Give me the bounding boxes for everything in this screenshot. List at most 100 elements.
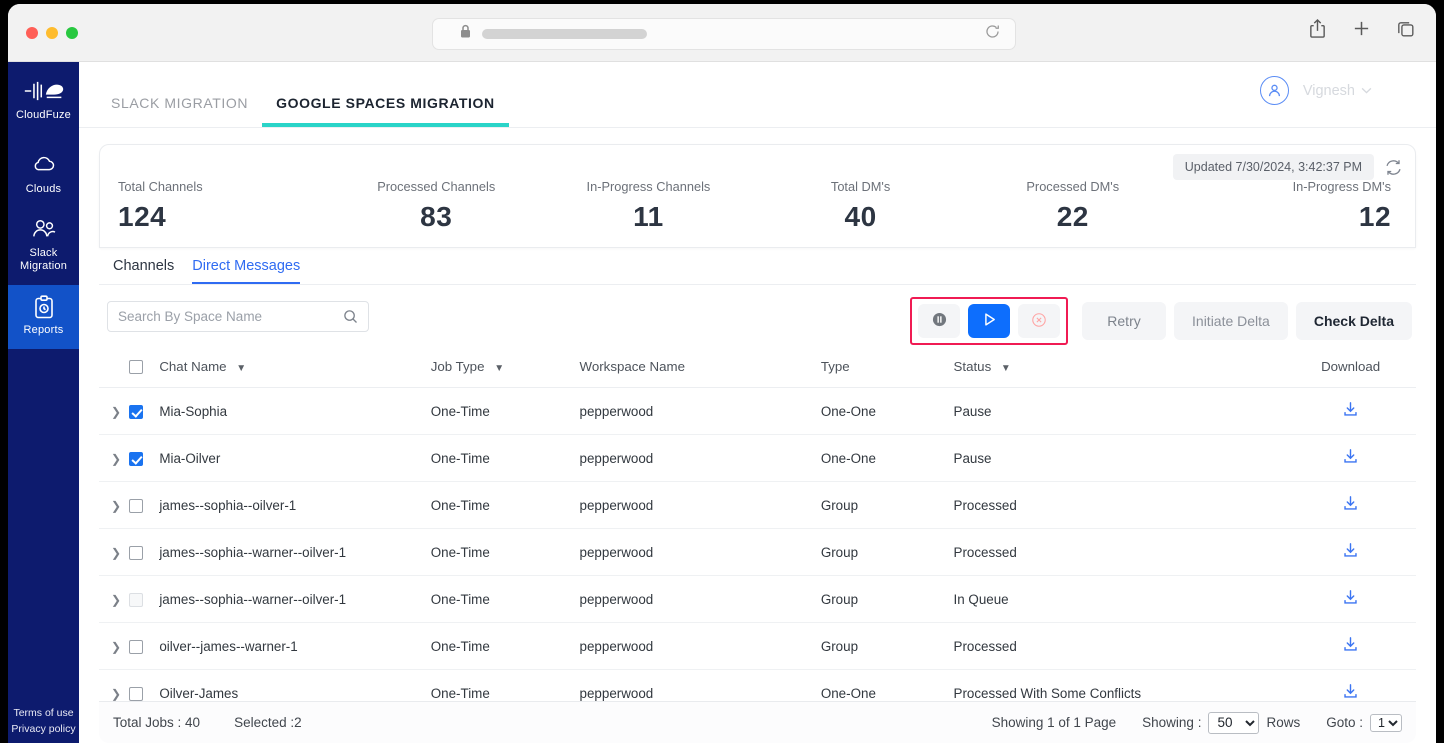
column-header-status[interactable]: Status ▼ — [954, 347, 1286, 388]
row-checkbox[interactable] — [129, 640, 143, 654]
play-button[interactable] — [968, 304, 1010, 338]
user-menu[interactable]: Vignesh — [1260, 76, 1372, 105]
sidebar-item-slack-migration[interactable]: Slack Migration — [8, 208, 79, 285]
cell-download[interactable] — [1285, 388, 1416, 435]
check-delta-button[interactable]: Check Delta — [1296, 302, 1412, 340]
filter-icon[interactable]: ▼ — [494, 363, 504, 374]
expand-row-button[interactable]: ❯ — [99, 482, 129, 529]
user-name[interactable]: Vignesh — [1303, 83, 1372, 99]
row-checkbox[interactable] — [129, 452, 143, 466]
table-row[interactable]: ❯oilver--james--warner-1One-Timepepperwo… — [99, 623, 1416, 670]
cell-download[interactable] — [1285, 576, 1416, 623]
cancel-circle-icon — [1031, 312, 1047, 331]
table-row[interactable]: ❯james--sophia--warner--oilver-1One-Time… — [99, 576, 1416, 623]
filter-icon[interactable]: ▼ — [236, 363, 246, 374]
minimize-window-button[interactable] — [46, 27, 58, 39]
cell-chat-name: james--sophia--warner--oilver-1 — [159, 529, 430, 576]
row-select-cell[interactable] — [129, 482, 159, 529]
subtab-direct-messages[interactable]: Direct Messages — [192, 258, 300, 284]
search-input[interactable] — [118, 309, 343, 324]
cell-workspace-name: pepperwood — [580, 529, 821, 576]
row-checkbox[interactable] — [129, 499, 143, 513]
filter-icon[interactable]: ▼ — [1001, 363, 1011, 374]
row-checkbox[interactable] — [129, 687, 143, 701]
download-icon[interactable] — [1342, 500, 1359, 515]
row-select-cell[interactable] — [129, 623, 159, 670]
download-icon[interactable] — [1342, 641, 1359, 656]
cancel-button[interactable] — [1018, 304, 1060, 338]
chevron-right-icon[interactable]: ❯ — [111, 593, 121, 607]
cell-download[interactable] — [1285, 435, 1416, 482]
subtab-channels[interactable]: Channels — [113, 258, 174, 284]
sidebar-item-reports[interactable]: Reports — [8, 285, 79, 349]
close-window-button[interactable] — [26, 27, 38, 39]
maximize-window-button[interactable] — [66, 27, 78, 39]
sidebar-item-clouds[interactable]: Clouds — [8, 144, 79, 208]
copy-tabs-icon[interactable] — [1396, 19, 1416, 44]
chevron-right-icon[interactable]: ❯ — [111, 452, 121, 466]
tab-slack-migration[interactable]: SLACK MIGRATION — [97, 95, 262, 127]
window-controls[interactable] — [26, 27, 78, 39]
download-icon[interactable] — [1342, 547, 1359, 562]
expand-row-button[interactable]: ❯ — [99, 435, 129, 482]
table-row[interactable]: ❯james--sophia--warner--oilver-1One-Time… — [99, 529, 1416, 576]
plus-icon[interactable] — [1352, 19, 1371, 43]
pause-button[interactable] — [918, 304, 960, 338]
row-checkbox — [129, 593, 143, 607]
chevron-right-icon[interactable]: ❯ — [111, 687, 121, 701]
expand-row-button[interactable]: ❯ — [99, 576, 129, 623]
rows-per-page-select[interactable]: 102550100 — [1208, 712, 1259, 734]
download-icon[interactable] — [1342, 406, 1359, 421]
initiate-delta-button[interactable]: Initiate Delta — [1174, 302, 1288, 340]
column-header-workspace-name: Workspace Name — [580, 347, 821, 388]
chevron-right-icon[interactable]: ❯ — [111, 546, 121, 560]
table-row[interactable]: ❯james--sophia--oilver-1One-Timepepperwo… — [99, 482, 1416, 529]
privacy-policy-link[interactable]: Privacy policy — [8, 721, 79, 737]
sidebar-item-cloudfuze[interactable]: CloudFuze — [8, 70, 79, 144]
download-icon[interactable] — [1342, 594, 1359, 609]
row-select-cell[interactable] — [129, 529, 159, 576]
column-header-type: Type — [821, 347, 954, 388]
tab-google-spaces-migration[interactable]: GOOGLE SPACES MIGRATION — [262, 95, 509, 127]
rows-per-page-group: Showing : 102550100 Rows — [1142, 712, 1300, 734]
chevron-right-icon[interactable]: ❯ — [111, 405, 121, 419]
cloudfuze-logo-icon — [23, 80, 65, 104]
terms-of-use-link[interactable]: Terms of use — [8, 705, 79, 721]
cell-workspace-name: pepperwood — [580, 388, 821, 435]
download-icon[interactable] — [1342, 453, 1359, 468]
table-row[interactable]: ❯Mia-SophiaOne-TimepepperwoodOne-OnePaus… — [99, 388, 1416, 435]
refresh-icon[interactable] — [1384, 158, 1403, 177]
column-header-chat-name[interactable]: Chat Name ▼ — [159, 347, 430, 388]
highlighted-action-group — [910, 297, 1068, 345]
cell-type: Group — [821, 529, 954, 576]
expand-column-header — [99, 347, 129, 388]
column-header-job-type[interactable]: Job Type ▼ — [431, 347, 580, 388]
chevron-right-icon[interactable]: ❯ — [111, 499, 121, 513]
cell-download[interactable] — [1285, 529, 1416, 576]
search-icon[interactable] — [343, 309, 358, 324]
user-avatar-icon — [1260, 76, 1289, 105]
expand-row-button[interactable]: ❯ — [99, 623, 129, 670]
stat-value: 22 — [967, 201, 1179, 233]
search-box[interactable] — [107, 301, 369, 332]
share-icon[interactable] — [1308, 18, 1327, 44]
retry-button[interactable]: Retry — [1082, 302, 1166, 340]
url-text-redacted — [482, 29, 647, 39]
column-label: Chat Name — [159, 359, 226, 374]
row-select-cell[interactable] — [129, 388, 159, 435]
goto-page-select[interactable]: 1 — [1370, 714, 1402, 732]
cell-download[interactable] — [1285, 482, 1416, 529]
reload-icon[interactable] — [984, 23, 1001, 45]
row-checkbox[interactable] — [129, 405, 143, 419]
cell-download[interactable] — [1285, 623, 1416, 670]
select-all-checkbox[interactable] — [129, 360, 143, 374]
row-checkbox[interactable] — [129, 546, 143, 560]
chevron-right-icon[interactable]: ❯ — [111, 640, 121, 654]
table-row[interactable]: ❯Mia-OilverOne-TimepepperwoodOne-OnePaus… — [99, 435, 1416, 482]
row-select-cell[interactable] — [129, 435, 159, 482]
expand-row-button[interactable]: ❯ — [99, 388, 129, 435]
column-label: Job Type — [431, 359, 485, 374]
address-bar[interactable] — [432, 18, 1016, 50]
row-select-cell[interactable] — [129, 576, 159, 623]
expand-row-button[interactable]: ❯ — [99, 529, 129, 576]
